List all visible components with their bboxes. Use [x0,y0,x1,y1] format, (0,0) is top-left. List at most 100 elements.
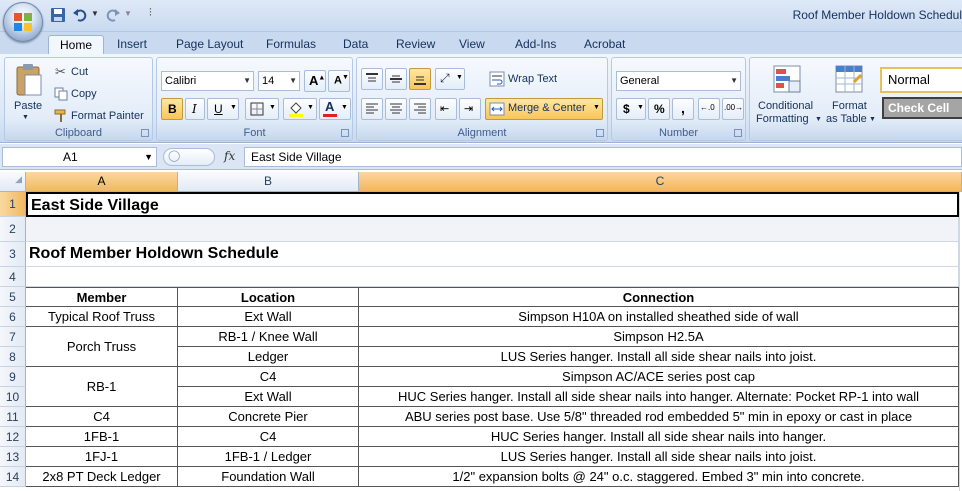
insert-function-icon[interactable]: fx [224,149,235,163]
connection-cell[interactable]: LUS Series hanger. Install all side shea… [359,447,959,467]
location-cell[interactable]: Foundation Wall [178,467,359,487]
align-right-button[interactable] [409,98,431,120]
alignment-launcher-icon[interactable] [596,129,604,137]
column-header-c[interactable]: C [359,172,962,192]
row-header[interactable]: 11 [0,407,26,427]
connection-cell[interactable]: HUC Series hanger. Install all side shea… [359,427,959,447]
format-as-table-icon[interactable] [834,64,864,94]
location-cell[interactable]: Ext Wall [178,387,359,407]
conditional-formatting-button[interactable]: Conditional [758,100,813,112]
font-name-select[interactable]: Calibri ▼ [161,71,254,91]
increase-indent-button[interactable]: ⇥ [459,98,481,120]
tab-formulas[interactable]: Formulas [255,35,327,54]
member-cell[interactable]: C4 [26,407,178,427]
row-header[interactable]: 9 [0,367,26,387]
row-header[interactable]: 3 [0,242,26,267]
align-center-button[interactable] [385,98,407,120]
formula-input[interactable]: East Side Village [244,147,962,167]
tab-acrobat[interactable]: Acrobat [573,35,636,54]
wrap-text-button[interactable]: Wrap Text [508,73,557,85]
tab-view[interactable]: View [448,35,496,54]
underline-button[interactable]: U ▼ [207,98,239,120]
tab-insert[interactable]: Insert [106,35,158,54]
location-cell[interactable]: C4 [178,427,359,447]
italic-button[interactable]: I [185,98,205,120]
select-all-corner[interactable]: ◢ [0,172,26,192]
location-cell[interactable]: Concrete Pier [178,407,359,427]
tab-add-ins[interactable]: Add-Ins [504,35,567,54]
row-header[interactable]: 1 [0,192,26,217]
row-header[interactable]: 7 [0,327,26,347]
member-cell[interactable]: 1FB-1 [26,427,178,447]
decrease-decimal-button[interactable]: .00→ [722,98,744,120]
conditional-formatting-icon[interactable] [772,64,802,94]
row-header[interactable]: 13 [0,447,26,467]
row-header[interactable]: 14 [0,467,26,487]
copy-icon[interactable] [54,87,68,101]
tab-page-layout[interactable]: Page Layout [165,35,254,54]
borders-button[interactable]: ▼ [245,98,279,120]
cut-button[interactable]: Cut [71,66,88,78]
row-header[interactable]: 4 [0,267,26,287]
font-size-select[interactable]: 14 ▼ [258,71,300,91]
member-cell[interactable]: RB-1 [26,367,178,407]
format-as-table-button[interactable]: Format [832,100,867,112]
connection-cell[interactable]: ABU series post base. Use 5/8" threaded … [359,407,959,427]
formula-bar-expander[interactable]: ◯ [163,148,215,166]
redo-dropdown-icon[interactable]: ▼ [124,9,132,27]
comma-button[interactable]: , [672,98,694,120]
save-icon[interactable] [50,7,66,23]
shrink-font-button[interactable]: A▼ [328,70,350,92]
connection-cell[interactable]: LUS Series hanger. Install all side shea… [359,347,959,367]
paste-dropdown-icon[interactable]: ▼ [22,114,29,121]
increase-decimal-button[interactable]: ←.0 [698,98,720,120]
currency-button[interactable]: $ ▼ [616,98,646,120]
connection-cell[interactable]: Simpson H10A on installed sheathed side … [359,307,959,327]
fill-color-button[interactable]: ▼ [283,98,317,120]
style-normal[interactable]: Normal [880,67,962,93]
format-painter-icon[interactable] [54,109,68,123]
cell-subtitle[interactable]: Roof Member Holdown Schedule [26,242,959,267]
member-cell[interactable]: Porch Truss [26,327,178,367]
top-align-button[interactable] [361,68,383,90]
row-header[interactable]: 10 [0,387,26,407]
header-location[interactable]: Location [178,287,359,307]
location-cell[interactable]: Ledger [178,347,359,367]
location-cell[interactable]: 1FB-1 / Ledger [178,447,359,467]
align-left-button[interactable] [361,98,383,120]
location-cell[interactable]: Ext Wall [178,307,359,327]
format-painter-button[interactable]: Format Painter [71,110,144,122]
tab-data[interactable]: Data [332,35,379,54]
font-color-button[interactable]: A ▼ [319,98,351,120]
copy-button[interactable]: Copy [71,88,97,100]
column-header-b[interactable]: B [178,172,359,192]
office-button[interactable] [3,2,43,42]
bold-button[interactable]: B [161,98,183,120]
row-header[interactable]: 2 [0,217,26,242]
row-header[interactable]: 5 [0,287,26,307]
decrease-indent-button[interactable]: ⇤ [435,98,457,120]
paste-icon[interactable] [14,63,44,97]
row-header[interactable]: 6 [0,307,26,327]
middle-align-button[interactable] [385,68,407,90]
member-cell[interactable]: Typical Roof Truss [26,307,178,327]
paste-button[interactable]: Paste [14,100,42,112]
connection-cell[interactable]: Simpson AC/ACE series post cap [359,367,959,387]
connection-cell[interactable]: HUC Series hanger. Install all side shea… [359,387,959,407]
merge-center-button[interactable]: Merge & Center ▼ [485,98,603,120]
header-connection[interactable]: Connection [359,287,959,307]
orientation-button[interactable]: ⤢ ▼ [435,68,465,90]
name-box[interactable]: A1 ▼ [2,147,157,167]
row-header[interactable]: 8 [0,347,26,367]
percent-button[interactable]: % [648,98,670,120]
grow-font-button[interactable]: A▲ [304,70,326,92]
column-header-a[interactable]: A [26,172,178,192]
tab-review[interactable]: Review [385,35,446,54]
connection-cell[interactable]: 1/2" expansion bolts @ 24" o.c. staggere… [359,467,959,487]
member-cell[interactable]: 2x8 PT Deck Ledger [26,467,178,487]
redo-icon[interactable] [105,7,121,23]
number-format-select[interactable]: General ▼ [616,71,741,91]
tab-home[interactable]: Home [48,35,105,54]
location-cell[interactable]: RB-1 / Knee Wall [178,327,359,347]
style-check-cell[interactable]: Check Cell [882,97,962,119]
